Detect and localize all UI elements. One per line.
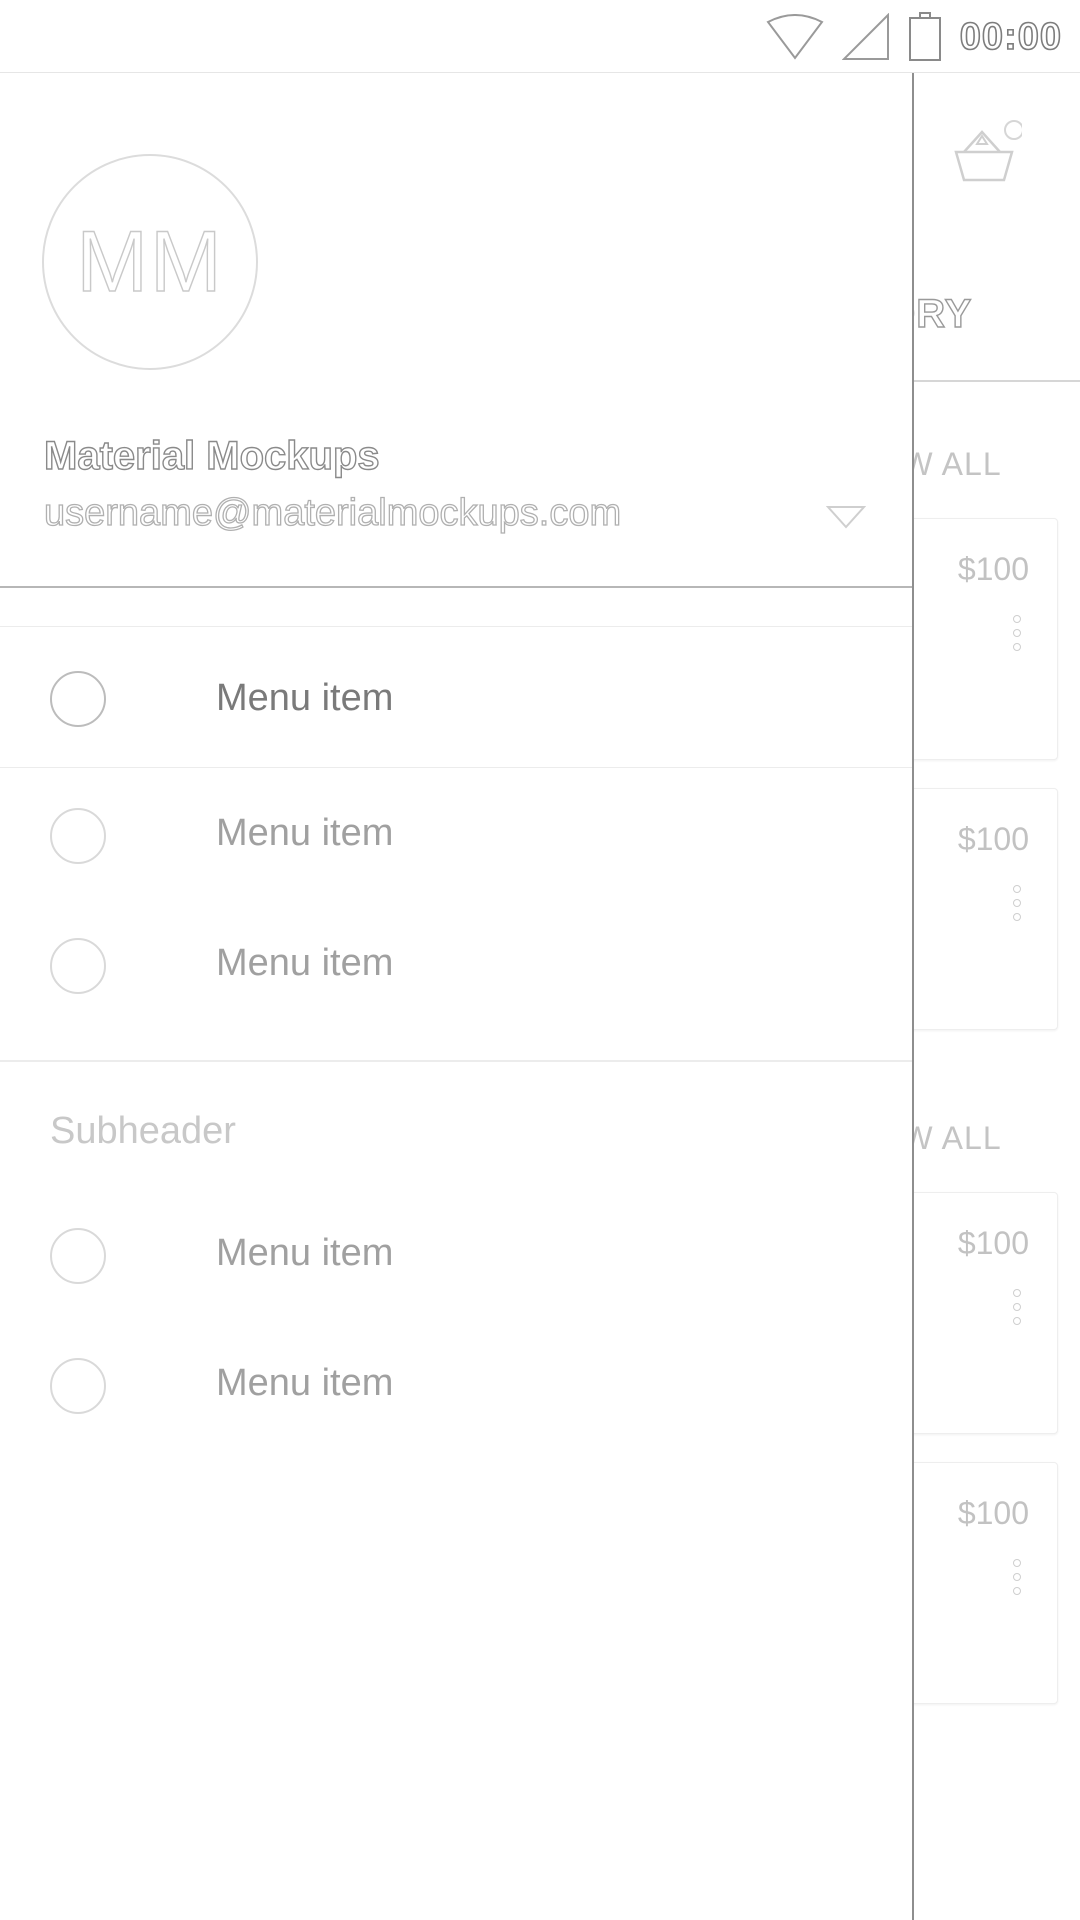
product-card[interactable]: $100 — [900, 788, 1058, 1030]
menu-subheader: Subheader — [0, 1062, 912, 1188]
shopping-basket-icon[interactable] — [950, 120, 1022, 192]
wifi-icon — [766, 14, 824, 60]
battery-icon — [908, 12, 941, 61]
tab-divider — [912, 380, 1080, 382]
circle-icon — [50, 808, 106, 864]
account-name: Material Mockups — [43, 433, 380, 478]
circle-icon — [50, 1358, 106, 1414]
menu-item-label: Menu item — [216, 1232, 394, 1274]
account-dropdown-icon[interactable] — [826, 504, 866, 530]
menu-item-label: Menu item — [216, 677, 394, 719]
drawer-header: MM Material Mockups username@materialmoc… — [0, 72, 912, 588]
menu-item[interactable]: Menu item — [0, 1188, 912, 1318]
menu-item[interactable]: Menu item — [0, 626, 912, 768]
circle-icon — [50, 671, 106, 727]
more-vert-icon[interactable] — [1013, 885, 1021, 927]
menu-item-label: Menu item — [216, 812, 394, 854]
screen: 00:00 GORY EW ALL $100 $100 EW ALL $100 … — [0, 0, 1080, 1920]
product-price: $100 — [957, 821, 1029, 857]
product-price: $100 — [957, 1495, 1029, 1531]
menu-item-label: Menu item — [216, 942, 394, 984]
subheader-label: Subheader — [50, 1110, 236, 1152]
status-time: 00:00 — [959, 15, 1062, 59]
product-card[interactable]: $100 — [900, 1462, 1058, 1704]
product-price: $100 — [957, 551, 1029, 587]
more-vert-icon[interactable] — [1013, 1559, 1021, 1601]
product-card[interactable]: $100 — [900, 1192, 1058, 1434]
menu-item-label: Menu item — [216, 1362, 394, 1404]
more-vert-icon[interactable] — [1013, 615, 1021, 657]
circle-icon — [50, 938, 106, 994]
avatar[interactable]: MM — [42, 154, 258, 370]
account-email: username@materialmockups.com — [43, 491, 622, 534]
navigation-drawer: MM Material Mockups username@materialmoc… — [0, 72, 914, 1920]
status-icons: 00:00 — [766, 10, 1062, 64]
menu-item[interactable]: Menu item — [0, 1318, 912, 1448]
menu-item[interactable]: Menu item — [0, 768, 912, 898]
product-price: $100 — [957, 1225, 1029, 1261]
status-bar: 00:00 — [0, 0, 1080, 73]
menu-item[interactable]: Menu item — [0, 898, 912, 1028]
more-vert-icon[interactable] — [1013, 1289, 1021, 1331]
product-card[interactable]: $100 — [900, 518, 1058, 760]
circle-icon — [50, 1228, 106, 1284]
drawer-menu: Menu item Menu item Menu item Subheader … — [0, 626, 912, 1448]
cell-signal-icon — [841, 13, 889, 60]
